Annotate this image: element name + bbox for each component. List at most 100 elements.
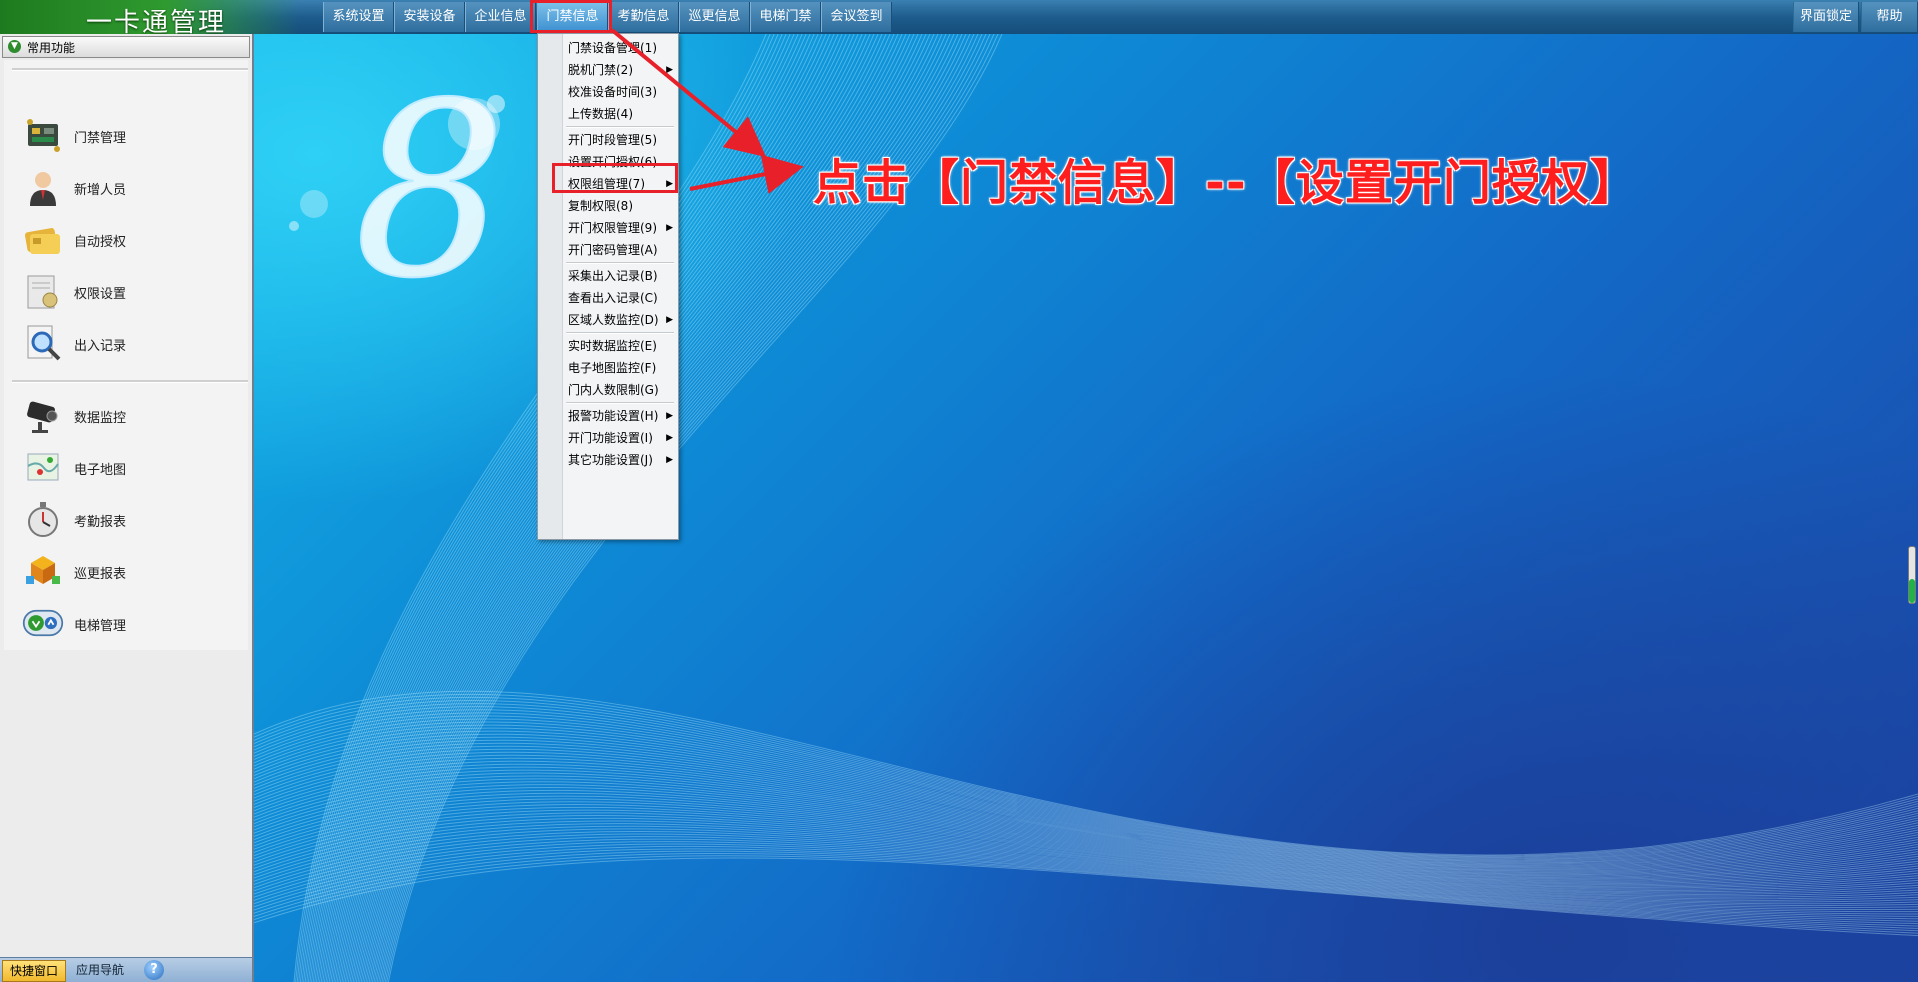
dropdown-item[interactable]: 开门权限管理(9) ▶ xyxy=(562,217,677,239)
submenu-arrow-icon: ▶ xyxy=(666,315,673,325)
dropdown-divider xyxy=(566,126,674,128)
dropdown-item[interactable]: 采集出入记录(B) xyxy=(562,265,677,287)
dropdown-item[interactable]: 实时数据监控(E) xyxy=(562,335,677,357)
dropdown-item-label: 区域人数监控(D) xyxy=(568,313,659,327)
highlight-box-item xyxy=(552,163,678,193)
dropdown-item[interactable]: 脱机门禁(2) ▶ xyxy=(562,59,677,81)
dropdown-item[interactable]: 查看出入记录(C) xyxy=(562,287,677,309)
dropdown-divider xyxy=(566,332,674,334)
menu-install-device[interactable]: 安装设备 xyxy=(394,2,465,32)
blocks-icon xyxy=(22,550,64,592)
access-control-dropdown: 门禁设备管理(1) 脱机门禁(2) ▶ 校准设备时间(3) 上传数据(4) 开门时段管理(… xyxy=(537,33,679,540)
shortcut-auto-authorize[interactable]: 自动授权 xyxy=(18,216,238,264)
dropdown-item-label: 电子地图监控(F) xyxy=(568,361,657,375)
dropdown-item-label: 开门功能设置(I) xyxy=(568,431,653,445)
menu-attendance-info[interactable]: 考勤信息 xyxy=(608,2,679,32)
menu-system-settings[interactable]: 系统设置 xyxy=(323,2,394,32)
collapse-arrow-icon[interactable]: ▼ xyxy=(8,40,21,53)
dropdown-item[interactable]: 开门功能设置(I) ▶ xyxy=(562,427,677,449)
circuit-board-icon xyxy=(22,114,64,156)
dropdown-item-label: 开门时段管理(5) xyxy=(568,133,657,147)
submenu-arrow-icon: ▶ xyxy=(666,65,673,75)
shortcut-elevator-management[interactable]: 电梯管理 xyxy=(18,600,238,648)
shortcut-label: 门禁管理 xyxy=(74,131,127,146)
dropdown-item[interactable]: 上传数据(4) xyxy=(562,103,677,125)
dropdown-item[interactable]: 开门时段管理(5) xyxy=(562,129,677,151)
left-panel-bottom-tabs: 快捷窗口 应用导航 ? xyxy=(0,957,252,982)
common-functions-header[interactable]: ▼ 常用功能 xyxy=(2,36,250,58)
dropdown-item[interactable]: 门禁设备管理(1) xyxy=(562,37,677,59)
dropdown-item-label: 复制权限(8) xyxy=(568,199,633,213)
menu-patrol-info[interactable]: 巡更信息 xyxy=(679,2,750,32)
shortcut-label: 考勤报表 xyxy=(74,515,127,530)
shortcut-label: 权限设置 xyxy=(74,287,127,302)
submenu-arrow-icon: ▶ xyxy=(666,411,673,421)
wallpaper-emblem: 8 xyxy=(354,51,507,331)
dropdown-item[interactable]: 门内人数限制(G) xyxy=(562,379,677,401)
instruction-annotation: 点击【门禁信息】--【设置开门授权】 xyxy=(813,155,1639,211)
shortcut-electronic-map[interactable]: 电子地图 xyxy=(18,444,238,492)
menu-lock-screen[interactable]: 界面锁定 xyxy=(1793,2,1859,32)
dropdown-item-label: 脱机门禁(2) xyxy=(568,63,633,77)
menu-icon-gutter xyxy=(538,34,563,539)
shortcut-label: 电梯管理 xyxy=(74,619,127,634)
dropdown-item[interactable]: 复制权限(8) xyxy=(562,195,677,217)
shortcut-label: 新增人员 xyxy=(74,183,127,198)
shortcut-list: 门禁管理 新增人员 自动授权 权限设置 出入记录 数据监控 电子地图 考勤报表 … xyxy=(4,60,248,650)
shortcut-patrol-report[interactable]: 巡更报表 xyxy=(18,548,238,596)
menu-help[interactable]: 帮助 xyxy=(1861,2,1918,32)
stopwatch-icon xyxy=(22,498,64,540)
menu-elevator-access[interactable]: 电梯门禁 xyxy=(750,2,821,32)
dropdown-item[interactable]: 区域人数监控(D) ▶ xyxy=(562,309,677,331)
dropdown-item-label: 开门权限管理(9) xyxy=(568,221,657,235)
shortcut-attendance-report[interactable]: 考勤报表 xyxy=(18,496,238,544)
dropdown-item[interactable]: 其它功能设置(J) ▶ xyxy=(562,449,677,471)
divider xyxy=(12,68,248,71)
divider xyxy=(12,380,248,383)
tab-quick-window[interactable]: 快捷窗口 xyxy=(2,960,66,982)
dropdown-item-label: 门禁设备管理(1) xyxy=(568,41,657,55)
dropdown-item-label: 查看出入记录(C) xyxy=(568,291,658,305)
shortcut-access-records[interactable]: 出入记录 xyxy=(18,320,238,368)
dropdown-item[interactable]: 开门密码管理(A) xyxy=(562,239,677,261)
shortcut-label: 电子地图 xyxy=(74,463,127,478)
menu-company-info[interactable]: 企业信息 xyxy=(465,2,536,32)
submenu-arrow-icon: ▶ xyxy=(666,455,673,465)
dropdown-item[interactable]: 校准设备时间(3) xyxy=(562,81,677,103)
shortcut-label: 自动授权 xyxy=(74,235,127,250)
submenu-arrow-icon: ▶ xyxy=(666,223,673,233)
dropdown-item-label: 门内人数限制(G) xyxy=(568,383,659,397)
highlight-box-menu xyxy=(530,0,612,33)
card-icon xyxy=(22,218,64,260)
dropdown-item-label: 上传数据(4) xyxy=(568,107,633,121)
dropdown-divider xyxy=(566,402,674,404)
dropdown-item-label: 其它功能设置(J) xyxy=(568,453,653,467)
dropdown-item[interactable]: 电子地图监控(F) xyxy=(562,357,677,379)
dropdown-item-label: 校准设备时间(3) xyxy=(568,85,657,99)
elevator-arrows-icon xyxy=(22,602,64,644)
top-menubar: 一卡通管理 系统设置 安装设备 企业信息 门禁信息 考勤信息 巡更信息 电梯门禁… xyxy=(0,0,1918,38)
side-scroll-indicator[interactable] xyxy=(1908,546,1916,604)
help-icon[interactable]: ? xyxy=(144,960,164,980)
shortcut-access-control[interactable]: 门禁管理 xyxy=(18,112,238,160)
shortcut-add-person[interactable]: 新增人员 xyxy=(18,164,238,212)
certificate-icon xyxy=(22,270,64,312)
submenu-arrow-icon: ▶ xyxy=(666,433,673,443)
dropdown-item-label: 报警功能设置(H) xyxy=(568,409,659,423)
shortcut-data-monitor[interactable]: 数据监控 xyxy=(18,392,238,440)
dropdown-item-label: 采集出入记录(B) xyxy=(568,269,658,283)
person-icon xyxy=(22,166,64,208)
shortcut-label: 巡更报表 xyxy=(74,567,127,582)
camera-icon xyxy=(22,394,64,436)
common-functions-label: 常用功能 xyxy=(27,41,76,55)
shortcut-permission-settings[interactable]: 权限设置 xyxy=(18,268,238,316)
shortcut-label: 数据监控 xyxy=(74,411,127,426)
menu-meeting-signin[interactable]: 会议签到 xyxy=(821,2,892,32)
left-panel: ▼ 常用功能 门禁管理 新增人员 自动授权 权限设置 出入记录 数据监控 电子地… xyxy=(0,34,254,982)
map-icon xyxy=(22,446,64,488)
dropdown-item[interactable]: 报警功能设置(H) ▶ xyxy=(562,405,677,427)
tab-app-navigation[interactable]: 应用导航 xyxy=(68,960,132,980)
app-logo: 一卡通管理 xyxy=(0,0,300,38)
magnifier-document-icon xyxy=(22,322,64,364)
dropdown-item-label: 实时数据监控(E) xyxy=(568,339,657,353)
